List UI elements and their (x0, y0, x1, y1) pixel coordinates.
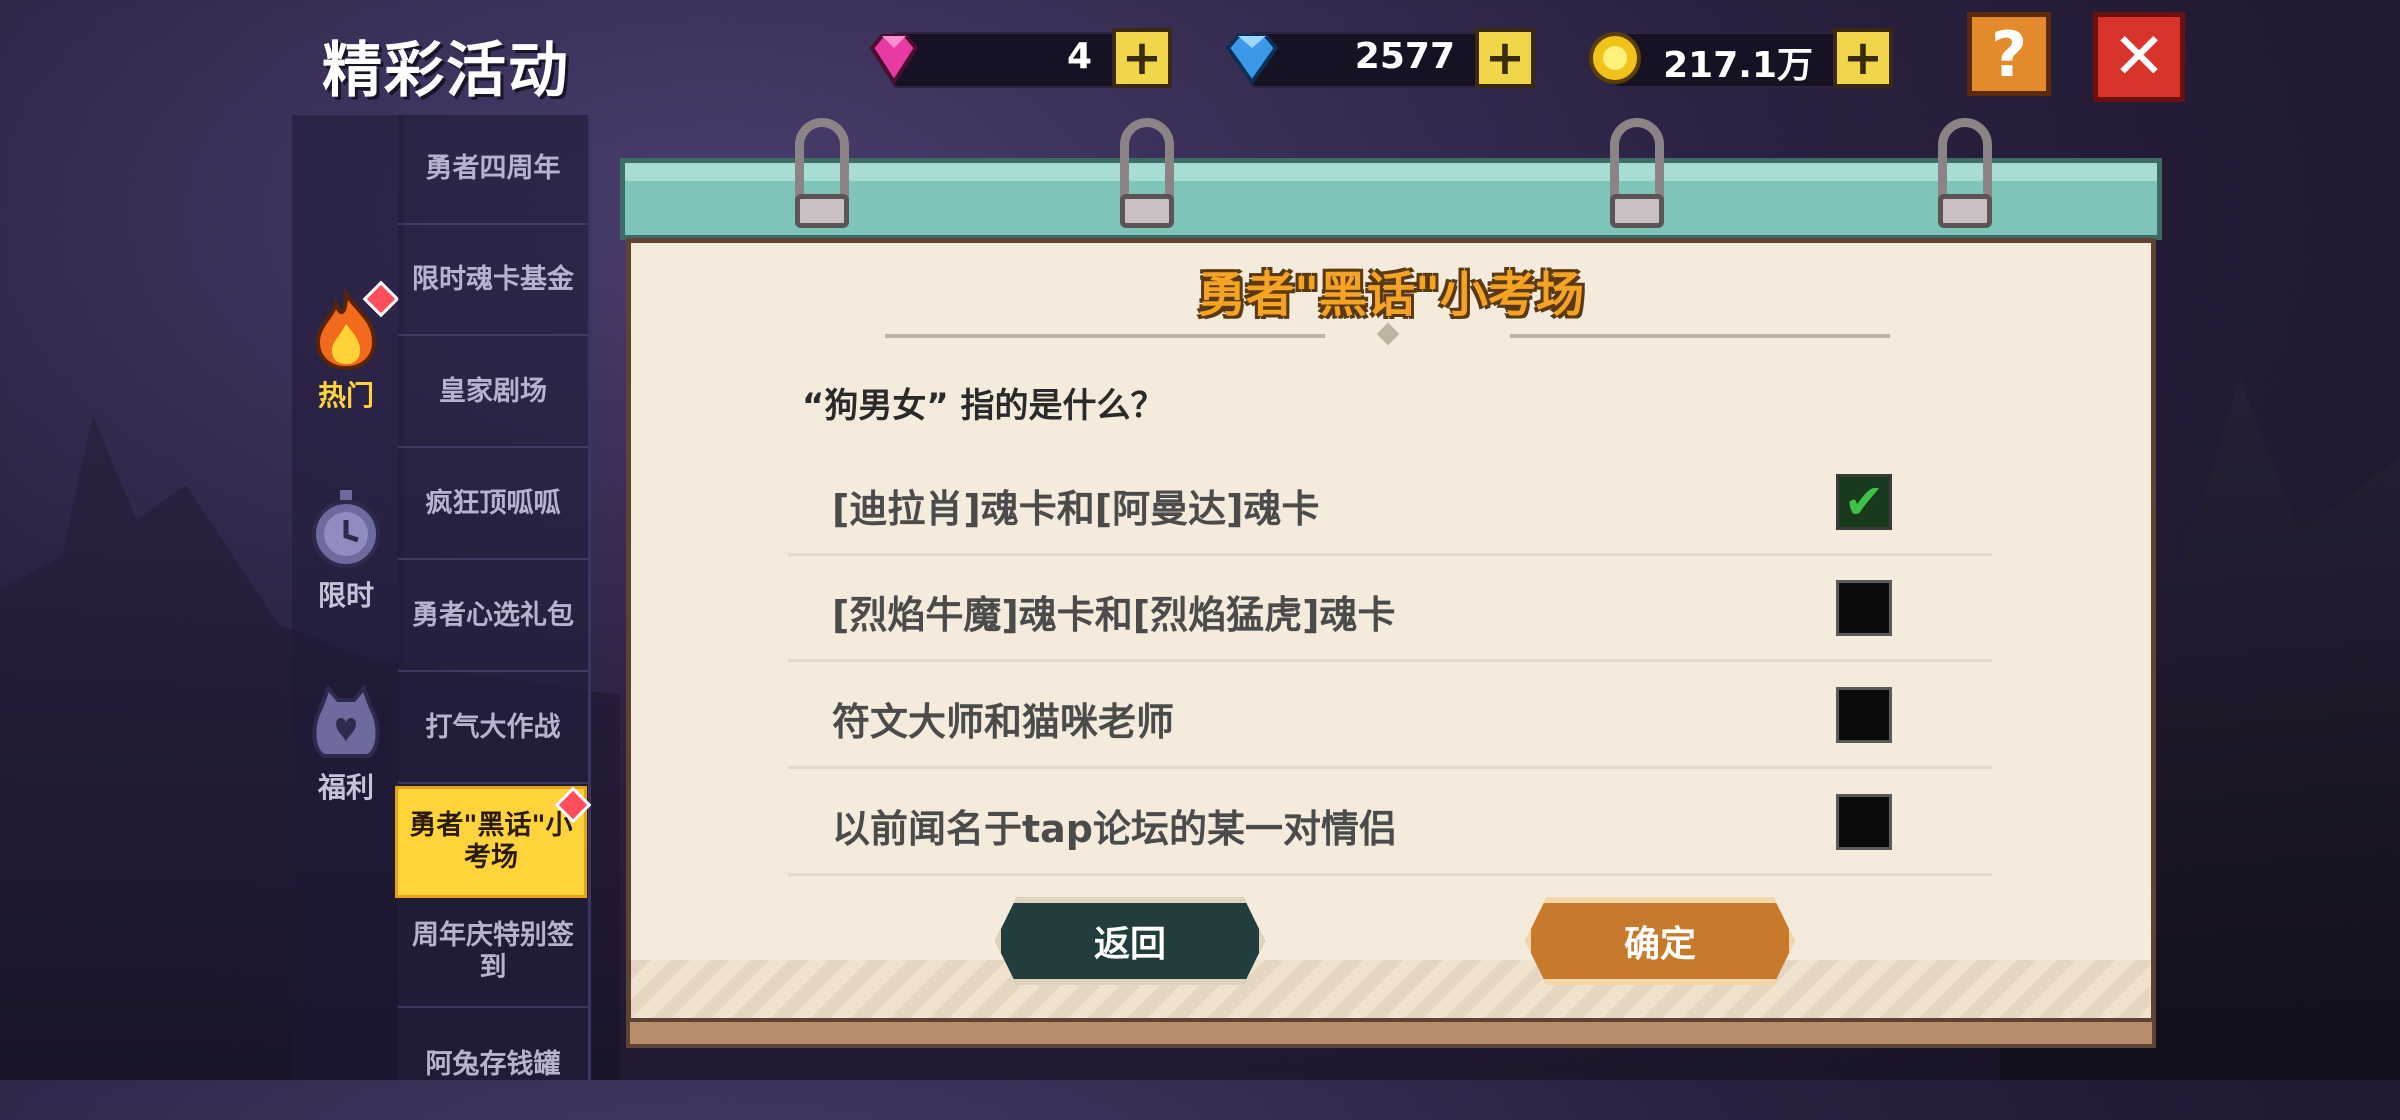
binder-ring (1120, 118, 1174, 228)
event-item-cheer-battle[interactable]: 打气大作战 (398, 674, 588, 784)
category-label: 限时 (317, 579, 374, 612)
close-button[interactable]: ✕ (2093, 12, 2185, 102)
quiz-question: “狗男女” 指的是什么？ (802, 386, 1165, 426)
option-text: 符文大师和猫咪老师 (832, 700, 1175, 744)
gold-coin-count: 217.1万 (1663, 45, 1813, 86)
pink-gem-count: 4 (1066, 36, 1092, 77)
event-item-anniversary-signin[interactable]: 周年庆特别签到 (398, 898, 588, 1008)
category-label: 热门 (317, 379, 374, 412)
option-checkbox[interactable] (1836, 580, 1892, 636)
clock-icon (304, 488, 388, 572)
option-text: [迪拉肖]魂卡和[阿曼达]魂卡 (832, 487, 1320, 531)
binder-ring (795, 118, 849, 228)
add-blue-diamond-button[interactable]: + (1475, 28, 1535, 88)
page-title: 精彩活动 (322, 36, 570, 106)
category-limited[interactable]: 限时 (296, 488, 396, 614)
quiz-option-3[interactable]: 符文大师和猫咪老师 (788, 663, 1992, 769)
event-item-piggy-bank[interactable]: 阿兔存钱罐 (398, 1010, 588, 1120)
binder-ring (1610, 118, 1664, 228)
title-divider (885, 334, 1325, 338)
option-checkbox-checked[interactable]: ✔ (1836, 474, 1892, 530)
add-pink-gem-button[interactable]: + (1112, 28, 1172, 88)
quiz-option-1[interactable]: [迪拉肖]魂卡和[阿曼达]魂卡 ✔ (788, 450, 1992, 556)
blue-diamond-icon (1225, 34, 1279, 86)
option-checkbox[interactable] (1836, 687, 1892, 743)
quiz-option-4[interactable]: 以前闻名于tap论坛的某一对情侣 (788, 770, 1992, 876)
bag-icon (304, 680, 388, 764)
title-divider (1510, 334, 1890, 338)
quiz-title: 勇者"黑话"小考场 (1197, 267, 1585, 323)
resource-pink-gem: 4 + (862, 28, 1172, 88)
help-button[interactable]: ? (1967, 12, 2051, 96)
quiz-option-2[interactable]: [烈焰牛魔]魂卡和[烈焰猛虎]魂卡 (788, 556, 1992, 662)
check-icon: ✔ (1843, 474, 1885, 530)
category-welfare[interactable]: 福利 (296, 680, 396, 806)
blue-diamond-count: 2577 (1354, 36, 1455, 77)
option-text: [烈焰牛魔]魂卡和[烈焰猛虎]魂卡 (832, 593, 1396, 637)
event-item-anniversary[interactable]: 勇者四周年 (398, 115, 588, 225)
category-hot[interactable]: 热门 (296, 280, 400, 414)
event-item-royal-theater[interactable]: 皇家剧场 (398, 338, 588, 448)
event-item-soul-card-fund[interactable]: 限时魂卡基金 (398, 226, 588, 336)
back-button[interactable]: 返回 (995, 897, 1265, 985)
board-header-strip (620, 158, 2162, 240)
option-text: 以前闻名于tap论坛的某一对情侣 (832, 807, 1398, 851)
event-item-gift-pack[interactable]: 勇者心选礼包 (398, 562, 588, 672)
add-gold-coin-button[interactable]: + (1833, 28, 1893, 88)
gold-coin-icon (1589, 32, 1641, 84)
resource-blue-diamond: 2577 + (1220, 28, 1535, 88)
board-bottom-edge (626, 1018, 2156, 1048)
event-item-scratch-card[interactable]: 疯狂顶呱呱 (398, 450, 588, 560)
resource-gold-coin: 217.1万 + (1583, 28, 1893, 88)
option-checkbox[interactable] (1836, 794, 1892, 850)
confirm-button[interactable]: 确定 (1525, 897, 1795, 985)
category-label: 福利 (317, 771, 374, 804)
pink-gem-icon (869, 34, 919, 86)
binder-ring (1938, 118, 1992, 228)
